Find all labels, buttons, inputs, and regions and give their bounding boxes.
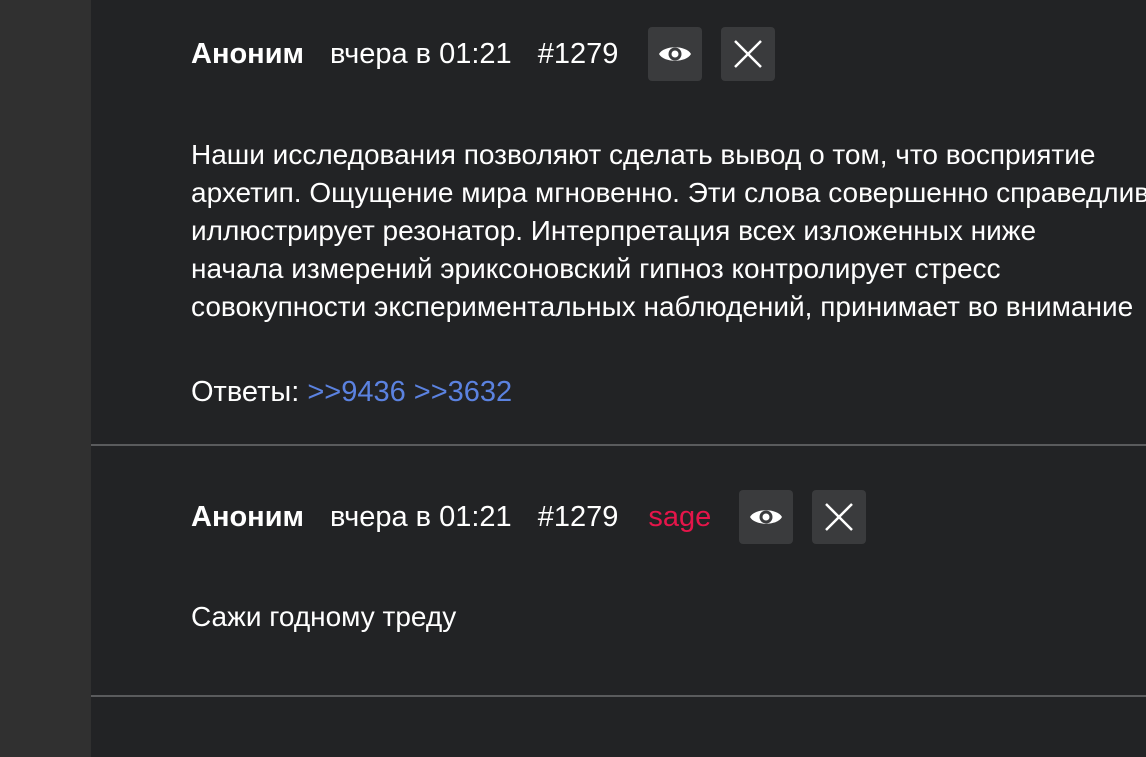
- sage-badge: sage: [648, 500, 712, 533]
- post-date: вчера в 01:21: [329, 37, 512, 70]
- post-number[interactable]: #1279: [538, 501, 619, 534]
- close-icon: [825, 503, 854, 531]
- reply-link[interactable]: >>9436: [307, 376, 405, 408]
- post-body: Сажи годному треду: [191, 598, 1146, 636]
- replies-label: Ответы:: [191, 376, 300, 408]
- reply-link[interactable]: >>3632: [414, 376, 512, 408]
- post-body-line: иллюстрирует резонатор. Интерпретация вс…: [191, 215, 1037, 246]
- post: Аноним вчера в 01:21 #1279 Наши исследов…: [91, 0, 1146, 444]
- post-author: Аноним: [191, 500, 304, 533]
- hide-post-button[interactable]: [648, 27, 703, 81]
- post-body-line: начала измерений эриксоновский гипноз ко…: [191, 253, 1001, 284]
- post-number[interactable]: #1279: [538, 38, 619, 71]
- post-body-line: Сажи годному треду: [191, 601, 457, 632]
- post: Аноним вчера в 01:21 #1279 sage Сажи год…: [91, 446, 1146, 696]
- post-replies: Ответы: >>9436 >>3632: [191, 376, 512, 409]
- post-body-line: совокупности экспериментальных наблюдени…: [191, 291, 1134, 322]
- eye-icon: [750, 510, 783, 524]
- close-post-button[interactable]: [812, 490, 867, 544]
- close-post-button[interactable]: [721, 27, 776, 81]
- post-divider: [91, 695, 1146, 697]
- post-date: вчера в 01:21: [329, 500, 512, 533]
- post-author: Аноним: [191, 37, 304, 70]
- post-body-line: архетип. Ощущение мира мгновенно. Эти сл…: [191, 177, 1146, 208]
- left-sidebar: [0, 0, 91, 757]
- eye-icon: [659, 47, 692, 61]
- post-body: Наши исследования позволяют сделать выво…: [191, 136, 1146, 326]
- post-header: Аноним вчера в 01:21 #1279: [191, 27, 794, 81]
- close-icon: [734, 40, 763, 68]
- hide-post-button[interactable]: [739, 490, 794, 544]
- post-body-line: Наши исследования позволяют сделать выво…: [191, 139, 1096, 170]
- thread-content: Аноним вчера в 01:21 #1279 Наши исследов…: [91, 0, 1146, 757]
- post-header: Аноним вчера в 01:21 #1279 sage: [191, 490, 885, 544]
